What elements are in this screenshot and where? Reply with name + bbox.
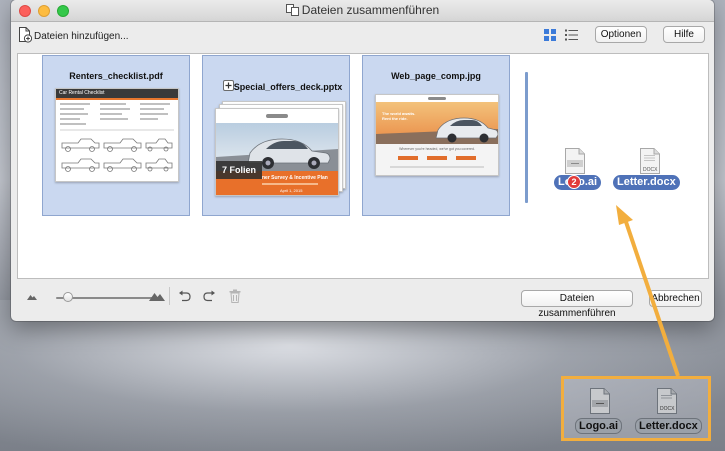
drag-count-badge: 2 [567, 175, 581, 189]
trash-icon[interactable] [229, 289, 241, 303]
source-label-logo: Logo.ai [575, 418, 623, 434]
redo-icon[interactable] [203, 290, 216, 303]
pdf-page-preview: Car Rental Checklist [55, 88, 179, 182]
mountain-large-icon [149, 293, 165, 301]
mountain-small-icon [27, 295, 37, 300]
file-name-label: Special_offers_deck.pptx [233, 82, 343, 92]
combine-files-icon [285, 4, 299, 16]
window-title: Dateien zusammenführen [11, 3, 714, 17]
web-hero-photo [376, 102, 498, 144]
file-name-label: Renters_checklist.pdf [69, 71, 163, 81]
drag-source-callout: Logo.ai DOCX Letter.docx [561, 376, 711, 441]
pdf-page-title: Car Rental Checklist [59, 90, 105, 96]
merge-files-button[interactable]: Dateien zusammenführen [521, 290, 633, 319]
hero-subtext: Wherever you're headed, we've got you co… [399, 147, 475, 151]
add-files-button[interactable]: Dateien hinzufügen... [18, 26, 129, 43]
slide-count-badge: 7 Folien [216, 161, 262, 179]
drag-label-letter[interactable]: Letter.docx [613, 175, 680, 190]
source-label-letter: Letter.docx [635, 418, 702, 434]
hero-text: The world awaits. Rent the ride. [382, 111, 416, 121]
file-thumbnail-pptx[interactable]: Special_offers_deck.pptx ner Survey & In… [202, 55, 350, 216]
pdf-checklist-graphic [60, 103, 174, 172]
slide-date: April 1, 2015 [280, 188, 303, 193]
source-docx-tag: DOCX [660, 406, 675, 412]
add-files-label: Dateien hinzufügen... [34, 31, 129, 42]
list-view-icon [565, 29, 578, 41]
help-button[interactable]: Hilfe [663, 26, 705, 43]
grid-view-button[interactable] [544, 28, 556, 46]
docx-tag: DOCX [643, 167, 658, 173]
ai-file-icon [590, 388, 610, 414]
file-thumbnail-pdf[interactable]: Renters_checklist.pdf Car Rental Checkli… [42, 55, 190, 216]
options-button[interactable]: Optionen [595, 26, 647, 43]
drop-insertion-marker [525, 72, 528, 203]
jpg-image-preview: The world awaits. Rent the ride. Whereve… [375, 94, 499, 176]
title-bar: Dateien zusammenführen [11, 0, 714, 22]
grid-view-icon [544, 29, 556, 41]
file-add-icon [19, 27, 33, 43]
pptx-slide-preview: ner Survey & Incentive Plan April 1, 201… [215, 108, 339, 196]
cancel-button[interactable]: Abbrechen [649, 290, 702, 307]
file-name-label: Web_page_comp.jpg [391, 71, 481, 81]
toolbar: Dateien hinzufügen... Optionen Hilfe [11, 22, 714, 50]
zoom-slider-handle[interactable] [62, 292, 73, 302]
window-title-text: Dateien zusammenführen [301, 3, 440, 17]
ai-file-icon [565, 148, 585, 174]
divider [169, 287, 170, 305]
undo-icon[interactable] [178, 290, 191, 303]
file-thumbnail-jpg[interactable]: Web_page_comp.jpg The world awaits. Rent… [362, 55, 510, 216]
slide-heading: ner Survey & Incentive Plan [262, 175, 328, 181]
file-canvas[interactable]: Renters_checklist.pdf Car Rental Checkli… [17, 53, 709, 279]
merge-files-window: Dateien zusammenführen Dateien hinzufüge… [11, 0, 714, 321]
list-view-button[interactable] [565, 28, 578, 46]
